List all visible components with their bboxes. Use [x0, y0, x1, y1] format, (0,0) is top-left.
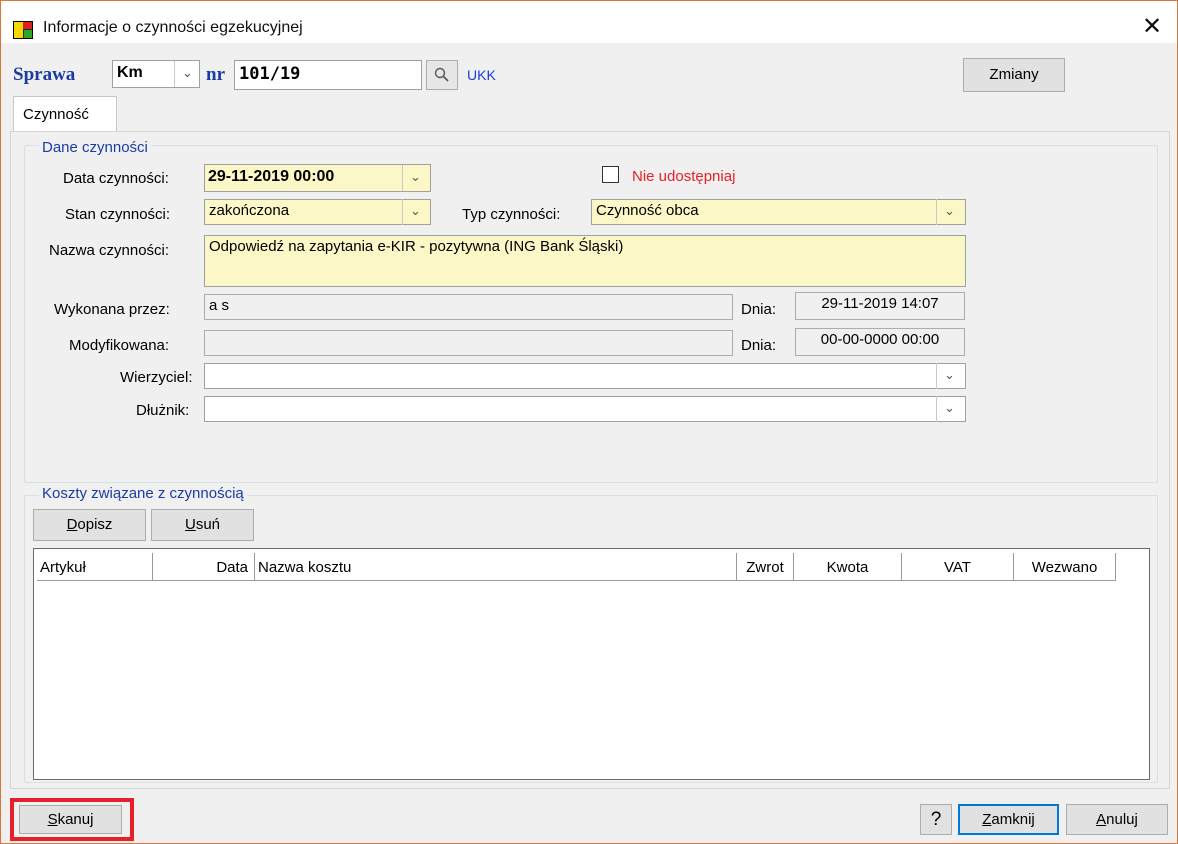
- dopisz-label: opisz: [77, 516, 113, 533]
- col-header-vat[interactable]: VAT: [902, 553, 1014, 581]
- search-icon: [434, 67, 449, 82]
- changes-button[interactable]: Zmiany: [963, 58, 1065, 92]
- chevron-down-icon[interactable]: ⌄: [402, 165, 428, 191]
- wykonana-przez-value: a s: [209, 297, 230, 314]
- zamknij-button[interactable]: Zamknij: [958, 804, 1059, 835]
- dopisz-accel: D: [66, 516, 78, 533]
- anuluj-accel: A: [1096, 811, 1107, 828]
- nazwa-czynnosci-textarea[interactable]: Odpowiedź na zapytania e-KIR - pozytywna…: [204, 235, 966, 287]
- typ-czynnosci-value: Czynność obca: [596, 202, 699, 219]
- typ-czynnosci-select[interactable]: Czynność obca: [591, 199, 966, 225]
- koszty-table[interactable]: Artykuł Data Nazwa kosztu Zwrot Kwota VA…: [33, 548, 1150, 780]
- wierzyciel-label: Wierzyciel:: [120, 369, 193, 386]
- stan-czynnosci-value: zakończona: [209, 202, 290, 219]
- dnia-value-2: 00-00-0000 00:00: [820, 331, 940, 348]
- dnia-label-1: Dnia:: [741, 301, 777, 318]
- nr-label: nr: [206, 64, 225, 85]
- dnia-field-2: 00-00-0000 00:00: [795, 328, 965, 356]
- wierzyciel-select[interactable]: [204, 363, 966, 389]
- koszty-title: Koszty związane z czynnością: [39, 485, 247, 502]
- usun-button[interactable]: Usuń: [151, 509, 254, 541]
- dane-czynnosci-title: Dane czynności: [39, 139, 151, 156]
- nie-udostepniaj-checkbox[interactable]: [602, 166, 619, 183]
- anuluj-button[interactable]: Anuluj: [1066, 804, 1168, 835]
- dnia-field-1: 29-11-2019 14:07: [795, 292, 965, 320]
- close-icon[interactable]: ✕: [1137, 13, 1167, 41]
- modyfikowana-label: Modyfikowana:: [69, 337, 170, 354]
- chevron-down-icon[interactable]: ⌄: [936, 396, 962, 422]
- nie-udostepniaj-label: Nie udostępniaj: [632, 168, 736, 185]
- stan-czynnosci-label: Stan czynności:: [65, 206, 171, 223]
- stan-czynnosci-select[interactable]: zakończona: [204, 199, 431, 225]
- col-header-kwota[interactable]: Kwota: [794, 553, 902, 581]
- nazwa-czynnosci-value: Odpowiedź na zapytania e-KIR - pozytywna…: [209, 238, 624, 255]
- tab-label: Czynność: [23, 106, 89, 123]
- typ-czynnosci-label: Typ czynności:: [462, 206, 561, 223]
- dialog-window: Informacje o czynności egzekucyjnej ✕ Sp…: [0, 0, 1178, 844]
- zamknij-label: amknij: [991, 811, 1035, 828]
- dopisz-button[interactable]: Dopisz: [33, 509, 146, 541]
- dluznik-select[interactable]: [204, 396, 966, 422]
- case-label: Sprawa: [13, 64, 76, 85]
- dnia-label-2: Dnia:: [741, 337, 777, 354]
- skanuj-highlight: [10, 798, 134, 841]
- col-header-zwrot[interactable]: Zwrot: [737, 553, 794, 581]
- usun-label: suń: [195, 516, 221, 533]
- app-icon: [13, 21, 33, 39]
- case-nr-value: 101/19: [239, 64, 301, 84]
- chevron-down-icon[interactable]: ⌄: [936, 199, 962, 225]
- chevron-down-icon[interactable]: ⌄: [402, 199, 428, 225]
- data-czynnosci-field[interactable]: 29-11-2019 00:00: [204, 164, 431, 192]
- modyfikowana-field: [204, 330, 733, 356]
- search-button[interactable]: [426, 60, 458, 90]
- case-type-value: Km: [117, 64, 143, 81]
- data-czynnosci-value: 29-11-2019 00:00: [208, 168, 335, 185]
- dnia-value-1: 29-11-2019 14:07: [821, 295, 939, 312]
- ukk-link[interactable]: UKK: [467, 67, 496, 83]
- case-nr-input[interactable]: 101/19: [234, 60, 422, 90]
- data-czynnosci-label: Data czynności:: [63, 170, 169, 187]
- tab-czynnosc[interactable]: Czynność: [13, 96, 117, 132]
- col-header-nazwa-kosztu[interactable]: Nazwa kosztu: [255, 553, 737, 581]
- col-header-artykul[interactable]: Artykuł: [37, 553, 153, 581]
- wykonana-przez-label: Wykonana przez:: [54, 301, 170, 318]
- col-header-data[interactable]: Data: [153, 553, 255, 581]
- help-button[interactable]: ?: [920, 804, 952, 835]
- dluznik-label: Dłużnik:: [136, 402, 190, 419]
- chevron-down-icon[interactable]: ⌄: [174, 61, 200, 87]
- nazwa-czynnosci-label: Nazwa czynności:: [49, 242, 170, 259]
- chevron-down-icon[interactable]: ⌄: [936, 363, 962, 389]
- col-header-wezwano[interactable]: Wezwano: [1014, 553, 1116, 581]
- usun-accel: U: [184, 516, 196, 533]
- anuluj-label: nuluj: [1106, 811, 1138, 828]
- wykonana-przez-field: a s: [204, 294, 733, 320]
- title-bar: Informacje o czynności egzekucyjnej ✕: [1, 1, 1177, 43]
- window-title: Informacje o czynności egzekucyjnej: [43, 19, 303, 36]
